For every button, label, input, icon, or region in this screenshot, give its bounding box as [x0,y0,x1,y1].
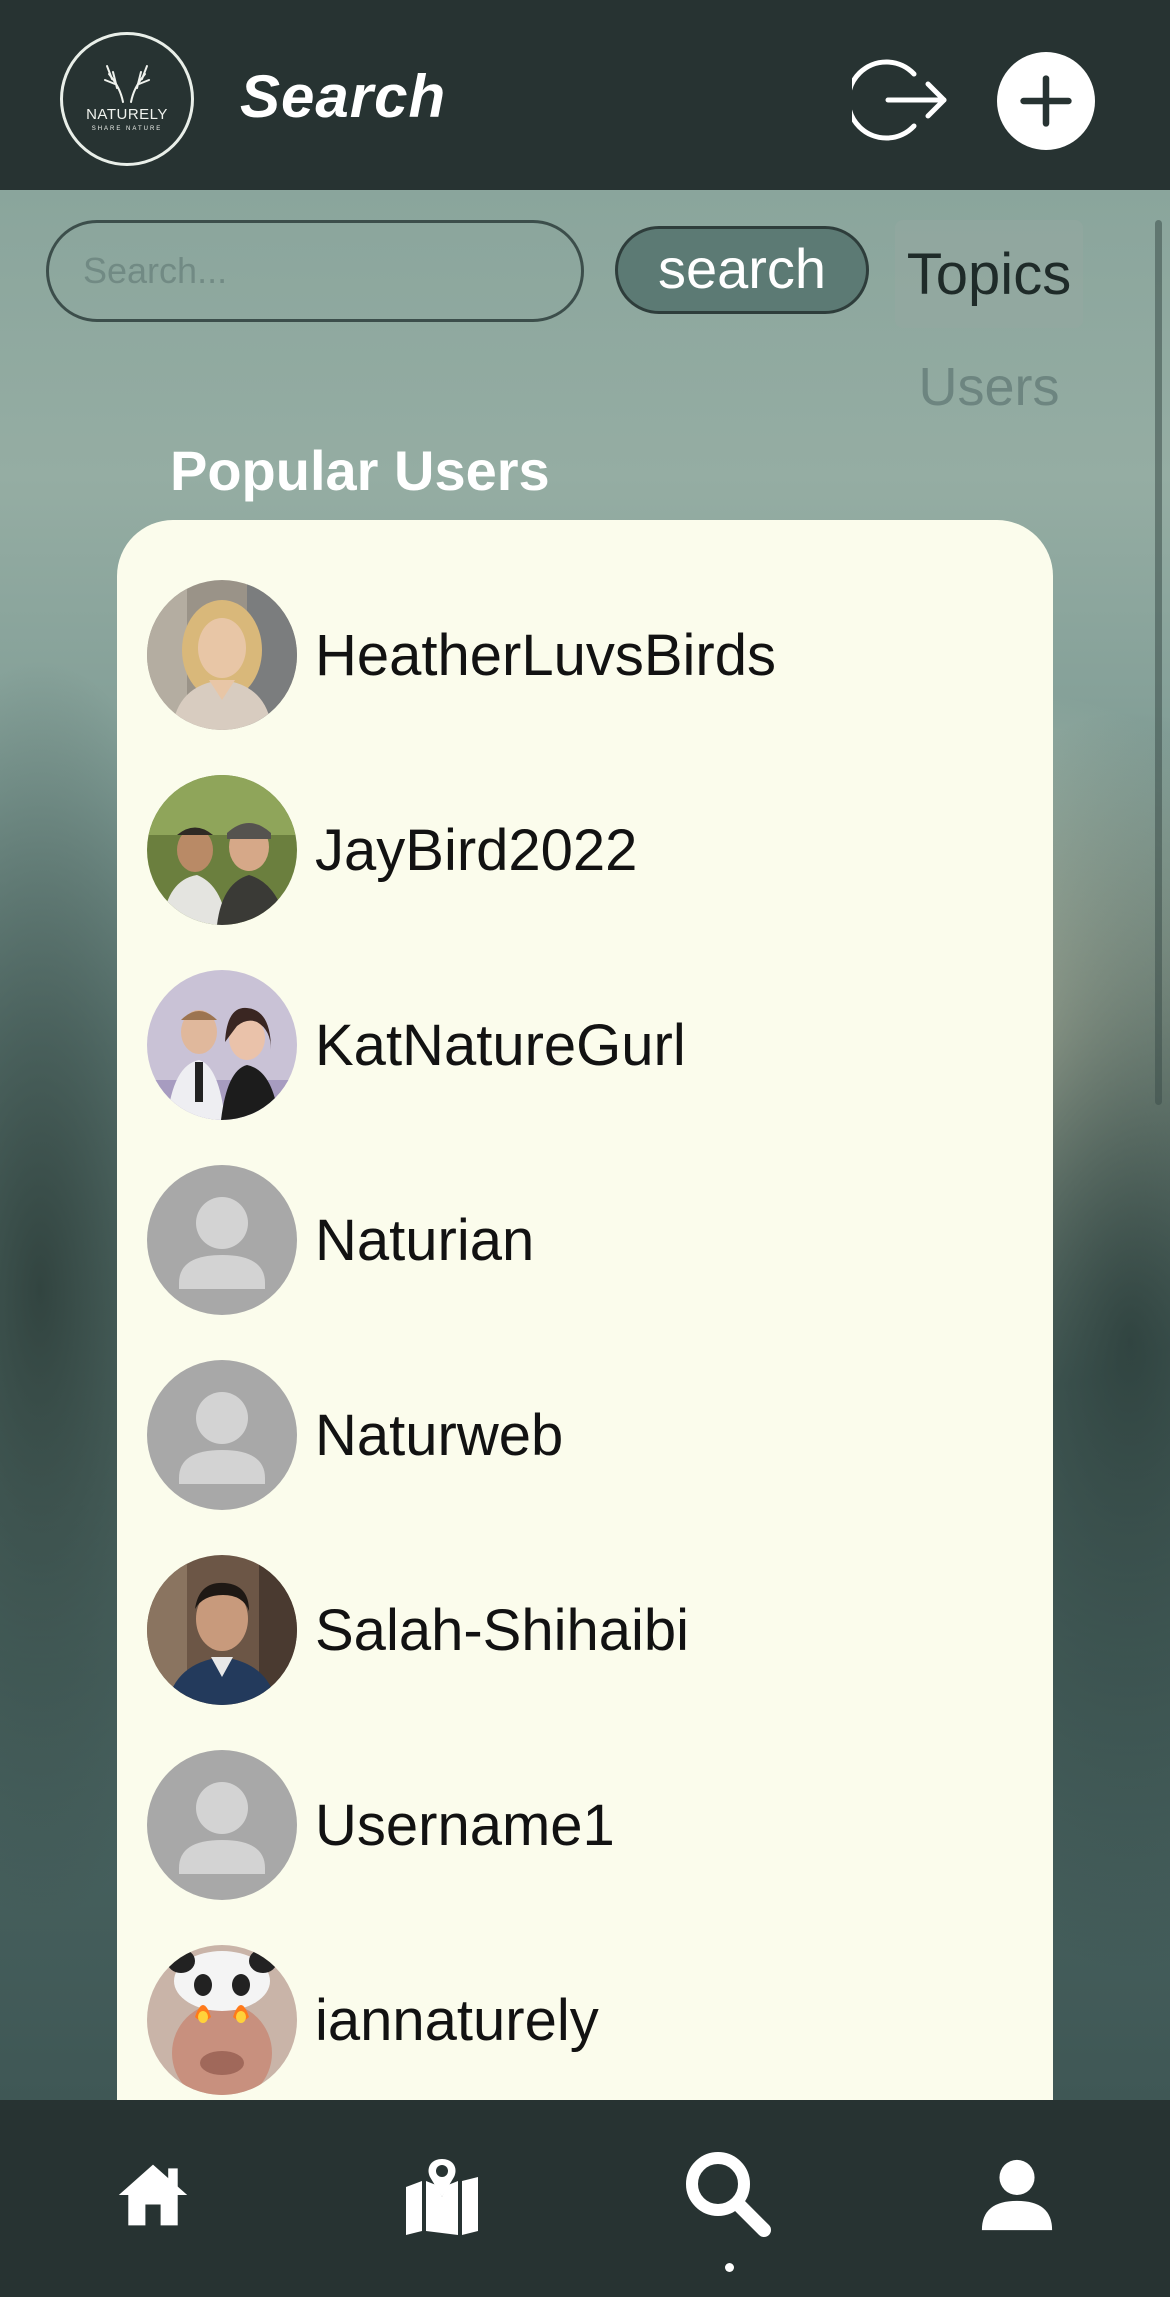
avatar [147,1360,297,1510]
list-item[interactable]: Username1 [147,1750,1027,1900]
list-item[interactable]: Naturweb [147,1360,1027,1510]
list-item[interactable]: HeatherLuvsBirds [147,580,1027,730]
map-icon [406,2159,478,2235]
antlers-icon [104,65,150,103]
username: Naturweb [315,1402,564,1468]
nav-profile[interactable] [972,2150,1062,2240]
tab-topics[interactable]: Topics [895,220,1083,328]
search-icon [686,2152,771,2237]
section-title: Popular Users [170,439,550,502]
profile-icon [981,2159,1053,2231]
list-item[interactable]: KatNatureGurl [147,970,1027,1120]
tab-users[interactable]: Users [895,350,1083,424]
nav-search[interactable] [682,2148,772,2238]
avatar-photo [147,1555,297,1705]
avatar-photo [147,1945,297,2095]
avatar [147,1750,297,1900]
plus-icon [1020,75,1072,127]
logout-button[interactable] [845,52,948,148]
search-button[interactable]: search [615,226,869,314]
avatar-photo [147,580,297,730]
nav-map[interactable] [397,2150,487,2240]
search-input[interactable] [46,220,584,322]
home-icon [118,2164,188,2226]
app-logo[interactable]: NATURELY SHARE NATURE [60,32,194,166]
avatar-photo [147,970,297,1120]
logo-name: NATURELY [86,106,168,123]
nav-home[interactable] [108,2150,198,2240]
top-bar: NATURELY SHARE NATURE Search [0,0,1170,190]
avatar [147,970,297,1120]
list-item[interactable]: iannaturely [147,1945,1027,2095]
page-title: Search [240,63,447,130]
avatar [147,1555,297,1705]
username: Naturian [315,1207,535,1273]
active-tab-indicator [725,2263,734,2272]
scrollbar[interactable] [1155,220,1162,1105]
default-avatar-icon [179,1197,265,1289]
username: iannaturely [315,1987,599,2053]
bottom-nav [0,2100,1170,2297]
logout-icon [845,59,947,141]
list-item[interactable]: JayBird2022 [147,775,1027,925]
username: Salah-Shihaibi [315,1597,690,1663]
username: HeatherLuvsBirds [315,622,776,688]
avatar-photo [147,775,297,925]
list-item[interactable]: Naturian [147,1165,1027,1315]
add-post-button[interactable] [997,52,1095,150]
default-avatar-icon [179,1392,265,1484]
avatar [147,1165,297,1315]
default-avatar-icon [179,1782,265,1874]
avatar [147,1945,297,2095]
popular-users-list: HeatherLuvsBirds JayBird2022 KatNatureGu… [117,520,1053,2100]
username: JayBird2022 [315,817,638,883]
username: Username1 [315,1792,615,1858]
username: KatNatureGurl [315,1012,686,1078]
list-item[interactable]: Salah-Shihaibi [147,1555,1027,1705]
logo-tagline: SHARE NATURE [91,126,163,132]
avatar [147,580,297,730]
avatar [147,775,297,925]
